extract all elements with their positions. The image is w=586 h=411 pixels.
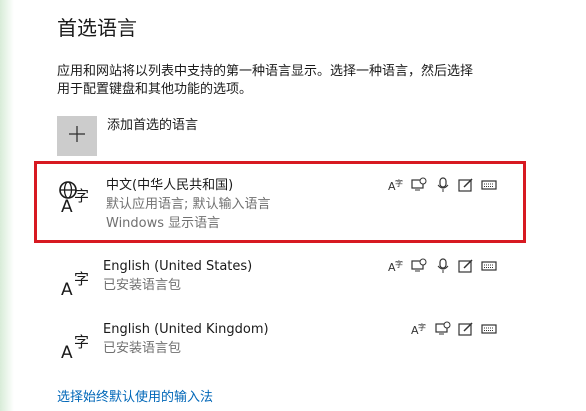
text-to-speech-icon: A字 — [388, 177, 404, 193]
language-item-en-us[interactable]: A 字 English (United States) 已安装语言包 A字 — [34, 250, 526, 310]
language-glyph-icon: A 字 — [58, 179, 92, 217]
language-status: 默认应用语言; 默认输入语言 — [106, 197, 271, 212]
window-edge — [0, 0, 14, 411]
language-item-zh-cn[interactable]: A 字 中文(中华人民共和国) 默认应用语言; 默认输入语言 Windows 显… — [34, 161, 526, 243]
language-name: 中文(中华人民共和国) — [106, 178, 234, 193]
svg-text:字: 字 — [74, 187, 89, 205]
language-name: English (United States) — [103, 259, 253, 274]
svg-text:A: A — [61, 197, 73, 215]
svg-text:字: 字 — [395, 259, 403, 269]
choose-input-method-link[interactable]: 选择始终默认使用的输入法 — [57, 389, 213, 407]
language-glyph-icon: A 字 — [58, 262, 92, 300]
speech-recognition-icon — [435, 321, 451, 337]
speech-recognition-icon — [411, 177, 427, 193]
svg-text:字: 字 — [418, 322, 426, 332]
handwriting-icon — [458, 321, 474, 337]
page-title: 首选语言 — [57, 16, 137, 40]
svg-text:A: A — [61, 280, 73, 298]
description-line: 应用和网站将以列表中支持的第一种语言显示。选择一种语言，然后选择 — [57, 64, 474, 79]
language-glyph-icon: A 字 — [58, 325, 92, 363]
language-status: Windows 显示语言 — [106, 216, 221, 231]
svg-text:字: 字 — [74, 270, 89, 288]
keyboard-icon — [481, 177, 497, 193]
section-description: 应用和网站将以列表中支持的第一种语言显示。选择一种语言，然后选择 用于配置键盘和… — [57, 63, 527, 99]
svg-text:字: 字 — [74, 333, 89, 351]
text-to-speech-icon: A字 — [388, 258, 404, 274]
speech-recognition-icon — [411, 258, 427, 274]
language-item-en-gb[interactable]: A 字 English (United Kingdom) 已安装语言包 A字 — [34, 313, 526, 373]
language-status: 已安装语言包 — [103, 341, 182, 356]
svg-text:字: 字 — [395, 178, 403, 188]
plus-icon — [68, 125, 86, 147]
text-to-speech-icon: A字 — [411, 321, 427, 337]
language-status: 已安装语言包 — [103, 278, 182, 293]
handwriting-icon — [458, 258, 474, 274]
language-name: English (United Kingdom) — [103, 322, 269, 337]
add-language-label[interactable]: 添加首选的语言 — [107, 116, 198, 136]
microphone-icon — [435, 177, 451, 193]
handwriting-icon — [458, 177, 474, 193]
svg-text:A: A — [61, 343, 73, 361]
microphone-icon — [435, 258, 451, 274]
description-line: 用于配置键盘和其他功能的选项。 — [57, 82, 253, 97]
keyboard-icon — [481, 321, 497, 337]
add-language-button[interactable] — [57, 116, 97, 156]
keyboard-icon — [481, 258, 497, 274]
